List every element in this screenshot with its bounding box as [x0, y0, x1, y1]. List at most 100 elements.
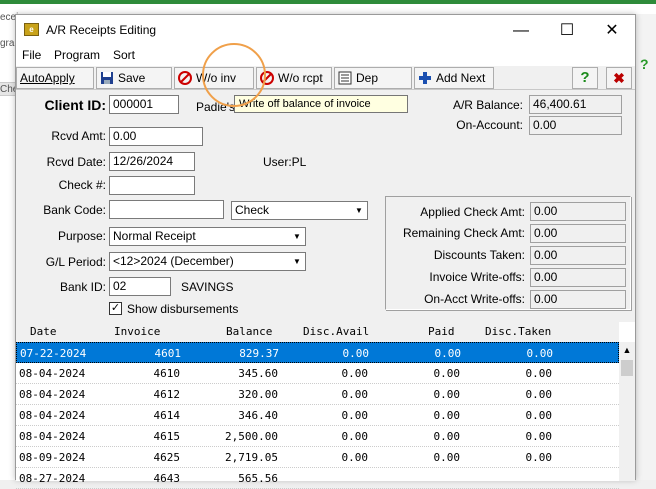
cell-disc-taken: 0.00 [525, 430, 553, 443]
on-account-label: On-Account: [456, 118, 523, 132]
gl-period-value: <12>2024 (December) [113, 254, 234, 268]
save-label: Save [118, 71, 146, 85]
close-button[interactable]: ✕ [589, 15, 635, 46]
cell-balance: 346.40 [238, 409, 278, 422]
plus-icon [419, 72, 431, 84]
purpose-select[interactable]: Normal Receipt ▼ [109, 227, 306, 246]
gl-period-label: G/L Period: [45, 255, 106, 269]
column-header-invoice[interactable]: Invoice [114, 325, 160, 338]
table-row[interactable]: 08-04-2024 4614 346.40 0.00 0.00 0.00 [16, 405, 619, 426]
add-next-label: Add Next [436, 71, 486, 85]
grid-scrollbar[interactable]: ▲ [619, 342, 635, 481]
autoapply-button[interactable]: AutoApply [16, 67, 94, 89]
no-entry-icon [178, 71, 192, 85]
cell-paid: 0.00 [433, 388, 461, 401]
cell-balance: 320.00 [238, 388, 278, 401]
discounts-taken-value: 0.00 [530, 246, 626, 265]
calculator-icon [338, 71, 352, 85]
check-number-input[interactable] [109, 176, 195, 195]
applied-check-amt-value: 0.00 [530, 202, 626, 221]
exit-icon: ✖ [613, 70, 625, 86]
cell-balance: 2,719.05 [225, 451, 278, 464]
menu-file[interactable]: File [22, 48, 41, 62]
bank-code-input[interactable] [109, 200, 224, 219]
tooltip: Write off balance of invoice [234, 95, 408, 113]
user-text: User:PL [263, 155, 307, 169]
chevron-down-icon: ▼ [293, 257, 301, 266]
cell-balance: 829.37 [239, 347, 279, 360]
save-button[interactable]: Save [96, 67, 172, 89]
cell-date: 08-04-2024 [19, 409, 86, 422]
ar-receipts-window: e A/R Receipts Editing — ☐ ✕ File Progra… [15, 14, 636, 489]
client-id-input[interactable]: 000001 [109, 95, 179, 114]
column-header-disc-avail[interactable]: Disc.Avail [303, 325, 369, 338]
cell-disc-taken: 0.00 [526, 347, 554, 360]
menu-program[interactable]: Program [54, 48, 100, 62]
write-off-receipt-button[interactable]: W/o rcpt [256, 67, 332, 89]
cell-invoice: 4625 [153, 451, 181, 464]
help-button[interactable]: ? [572, 67, 598, 89]
table-row[interactable]: 08-04-2024 4610 345.60 0.00 0.00 0.00 [16, 363, 619, 384]
scroll-thumb[interactable] [621, 360, 633, 376]
cell-paid: 0.00 [433, 451, 461, 464]
chevron-down-icon: ▼ [355, 206, 363, 215]
purpose-value: Normal Receipt [113, 229, 196, 243]
column-header-balance[interactable]: Balance [226, 325, 272, 338]
table-row[interactable]: 08-04-2024 4615 2,500.00 0.00 0.00 0.00 [16, 426, 619, 447]
cell-disc-taken: 0.00 [525, 367, 553, 380]
window-title: A/R Receipts Editing [46, 23, 157, 37]
cell-invoice: 4610 [153, 367, 181, 380]
write-off-receipt-label: W/o rcpt [278, 71, 323, 85]
cell-paid: 0.00 [433, 430, 461, 443]
cell-invoice: 4612 [153, 388, 181, 401]
on-account-value: 0.00 [529, 116, 622, 135]
cell-balance: 2,500.00 [225, 430, 278, 443]
table-row[interactable]: 08-04-2024 4612 320.00 0.00 0.00 0.00 [16, 384, 619, 405]
exit-button[interactable]: ✖ [606, 67, 632, 89]
column-header-disc-taken[interactable]: Disc.Taken [485, 325, 551, 338]
table-row[interactable]: 08-27-2024 4643 565.56 [16, 468, 619, 489]
cell-disc-avail: 0.00 [341, 388, 369, 401]
rcvd-date-input[interactable]: 12/26/2024 [109, 152, 195, 171]
discounts-taken-label: Discounts Taken: [433, 248, 525, 262]
cell-disc-taken: 0.00 [525, 388, 553, 401]
maximize-button[interactable]: ☐ [544, 15, 590, 46]
payment-type-select[interactable]: Check ▼ [231, 201, 368, 220]
background-help-icon: ? [640, 56, 649, 72]
invoice-writeoffs-value: 0.00 [530, 268, 626, 287]
table-row[interactable]: 07-22-2024 4601 829.37 0.00 0.00 0.00 [16, 342, 619, 363]
grid-header: Date Invoice Balance Disc.Avail Paid Dis… [16, 322, 619, 342]
cell-date: 08-04-2024 [19, 430, 86, 443]
deposit-button[interactable]: Dep [334, 67, 412, 89]
rcvd-amt-input[interactable]: 0.00 [109, 127, 203, 146]
rcvd-date-label: Rcvd Date: [46, 155, 106, 169]
autoapply-label: AutoApply [20, 71, 75, 85]
column-header-date[interactable]: Date [30, 325, 57, 338]
save-icon [101, 72, 113, 84]
app-icon: e [24, 23, 39, 36]
payment-type-value: Check [235, 203, 270, 217]
bank-id-input[interactable]: 02 [109, 277, 171, 296]
cell-date: 08-27-2024 [19, 472, 86, 485]
table-row[interactable]: 08-09-2024 4625 2,719.05 0.00 0.00 0.00 [16, 447, 619, 468]
show-disbursements-checkbox[interactable]: ✓ [109, 302, 122, 315]
menu-sort[interactable]: Sort [113, 48, 135, 62]
background-right-panel [636, 14, 656, 480]
minimize-button[interactable]: — [498, 15, 544, 46]
bank-code-label: Bank Code: [43, 203, 106, 217]
scroll-up-icon[interactable]: ▲ [619, 342, 635, 358]
background-accent-bar [0, 0, 656, 4]
cell-balance: 565.56 [238, 472, 278, 485]
invoice-grid: Date Invoice Balance Disc.Avail Paid Dis… [16, 322, 635, 489]
gl-period-select[interactable]: <12>2024 (December) ▼ [109, 252, 306, 271]
cell-disc-taken: 0.00 [525, 451, 553, 464]
cell-disc-avail: 0.00 [341, 367, 369, 380]
deposit-label: Dep [356, 71, 379, 85]
rcvd-amt-label: Rcvd Amt: [51, 129, 106, 143]
column-header-paid[interactable]: Paid [428, 325, 455, 338]
add-next-button[interactable]: Add Next [414, 67, 494, 89]
cell-paid: 0.00 [433, 367, 461, 380]
cell-disc-taken: 0.00 [525, 409, 553, 422]
cell-date: 07-22-2024 [20, 347, 87, 360]
cell-invoice: 4601 [154, 347, 182, 360]
